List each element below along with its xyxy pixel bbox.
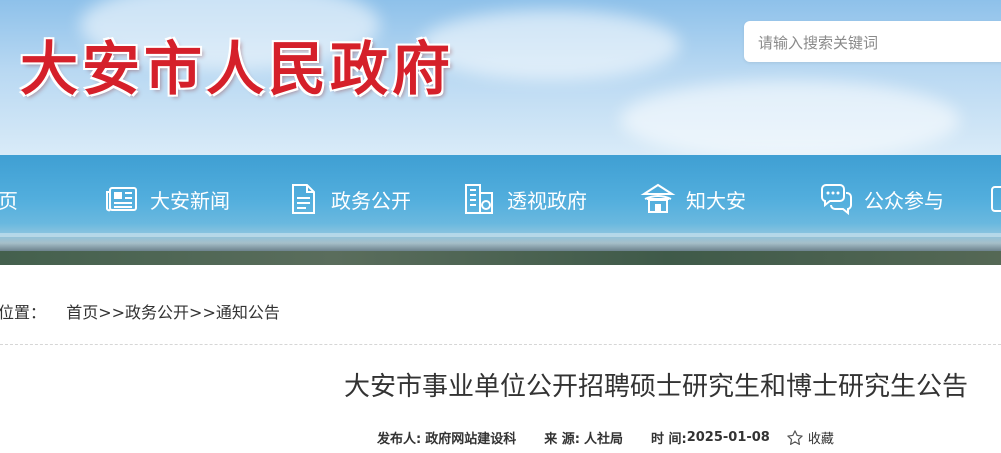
chat-bubbles-icon	[821, 184, 852, 216]
nav-item-label: 页	[0, 188, 18, 213]
star-icon	[787, 429, 803, 445]
publisher-label: 发布人:	[377, 432, 422, 447]
building-icon	[465, 184, 493, 214]
favorite-label: 收藏	[807, 432, 834, 447]
nav-item-transparency[interactable]: 透视政府	[461, 177, 587, 221]
breadcrumb-separator: >>	[189, 303, 216, 322]
nav-item-home[interactable]: 页	[0, 177, 18, 221]
site-title[interactable]: 大安市人民政府	[20, 40, 454, 98]
search-input[interactable]	[756, 21, 990, 64]
time-label: 时 间:	[650, 432, 687, 447]
lake-decoration	[0, 233, 1001, 237]
publisher-value: 政府网站建设科	[425, 432, 517, 447]
source-value: 人社局	[583, 432, 623, 447]
newspaper-icon	[106, 187, 137, 212]
search-box	[744, 21, 1001, 64]
nav-item-label: 公众参与	[864, 188, 944, 213]
breadcrumb: 位置： 首页>>政务公开>>通知公告	[0, 299, 280, 323]
nav-item-label: 大安新闻	[150, 188, 230, 213]
document-icon	[292, 184, 315, 214]
nav-item-label: 知大安	[686, 188, 746, 213]
favorite-button[interactable]: 收藏	[786, 428, 834, 447]
nav-item-public-participation[interactable]: 公众参与	[818, 177, 944, 221]
shoreline-decoration	[0, 251, 1001, 265]
nav-item-news[interactable]: 大安新闻	[104, 177, 230, 221]
source-label: 来 源:	[544, 432, 580, 447]
time-value: 2025-01-08	[686, 430, 770, 445]
nav-item-label: 透视政府	[507, 188, 587, 213]
cloud-decoration	[620, 80, 960, 155]
breadcrumb-separator: >>	[98, 303, 126, 322]
nav-item-more[interactable]	[990, 177, 1001, 221]
nav-item-label: 政务公开	[331, 188, 411, 213]
pavilion-icon	[640, 183, 676, 213]
breadcrumb-prefix: 位置：	[0, 303, 47, 322]
nav-item-gov-affairs[interactable]: 政务公开	[285, 177, 411, 221]
header-banner: 大安市人民政府	[0, 0, 1001, 155]
nav-item-about-daan[interactable]: 知大安	[640, 177, 746, 221]
partial-icon	[991, 186, 1001, 212]
breadcrumb-link-gov-affairs[interactable]: 政务公开	[125, 303, 189, 322]
article-meta: 发布人: 政府网站建设科 来 源: 人社局 时 间: 2025-01-08 收藏	[377, 428, 834, 447]
dashed-divider	[0, 344, 1001, 345]
article-title: 大安市事业单位公开招聘硕士研究生和博士研究生公告	[343, 372, 968, 402]
cloud-decoration	[420, 10, 680, 80]
main-nav: 页 大安新闻 政务公开 透视政府 知大安 公众参与	[0, 155, 1001, 265]
breadcrumb-link-notices[interactable]: 通知公告	[216, 303, 280, 322]
breadcrumb-link-home[interactable]: 首页	[66, 303, 98, 322]
